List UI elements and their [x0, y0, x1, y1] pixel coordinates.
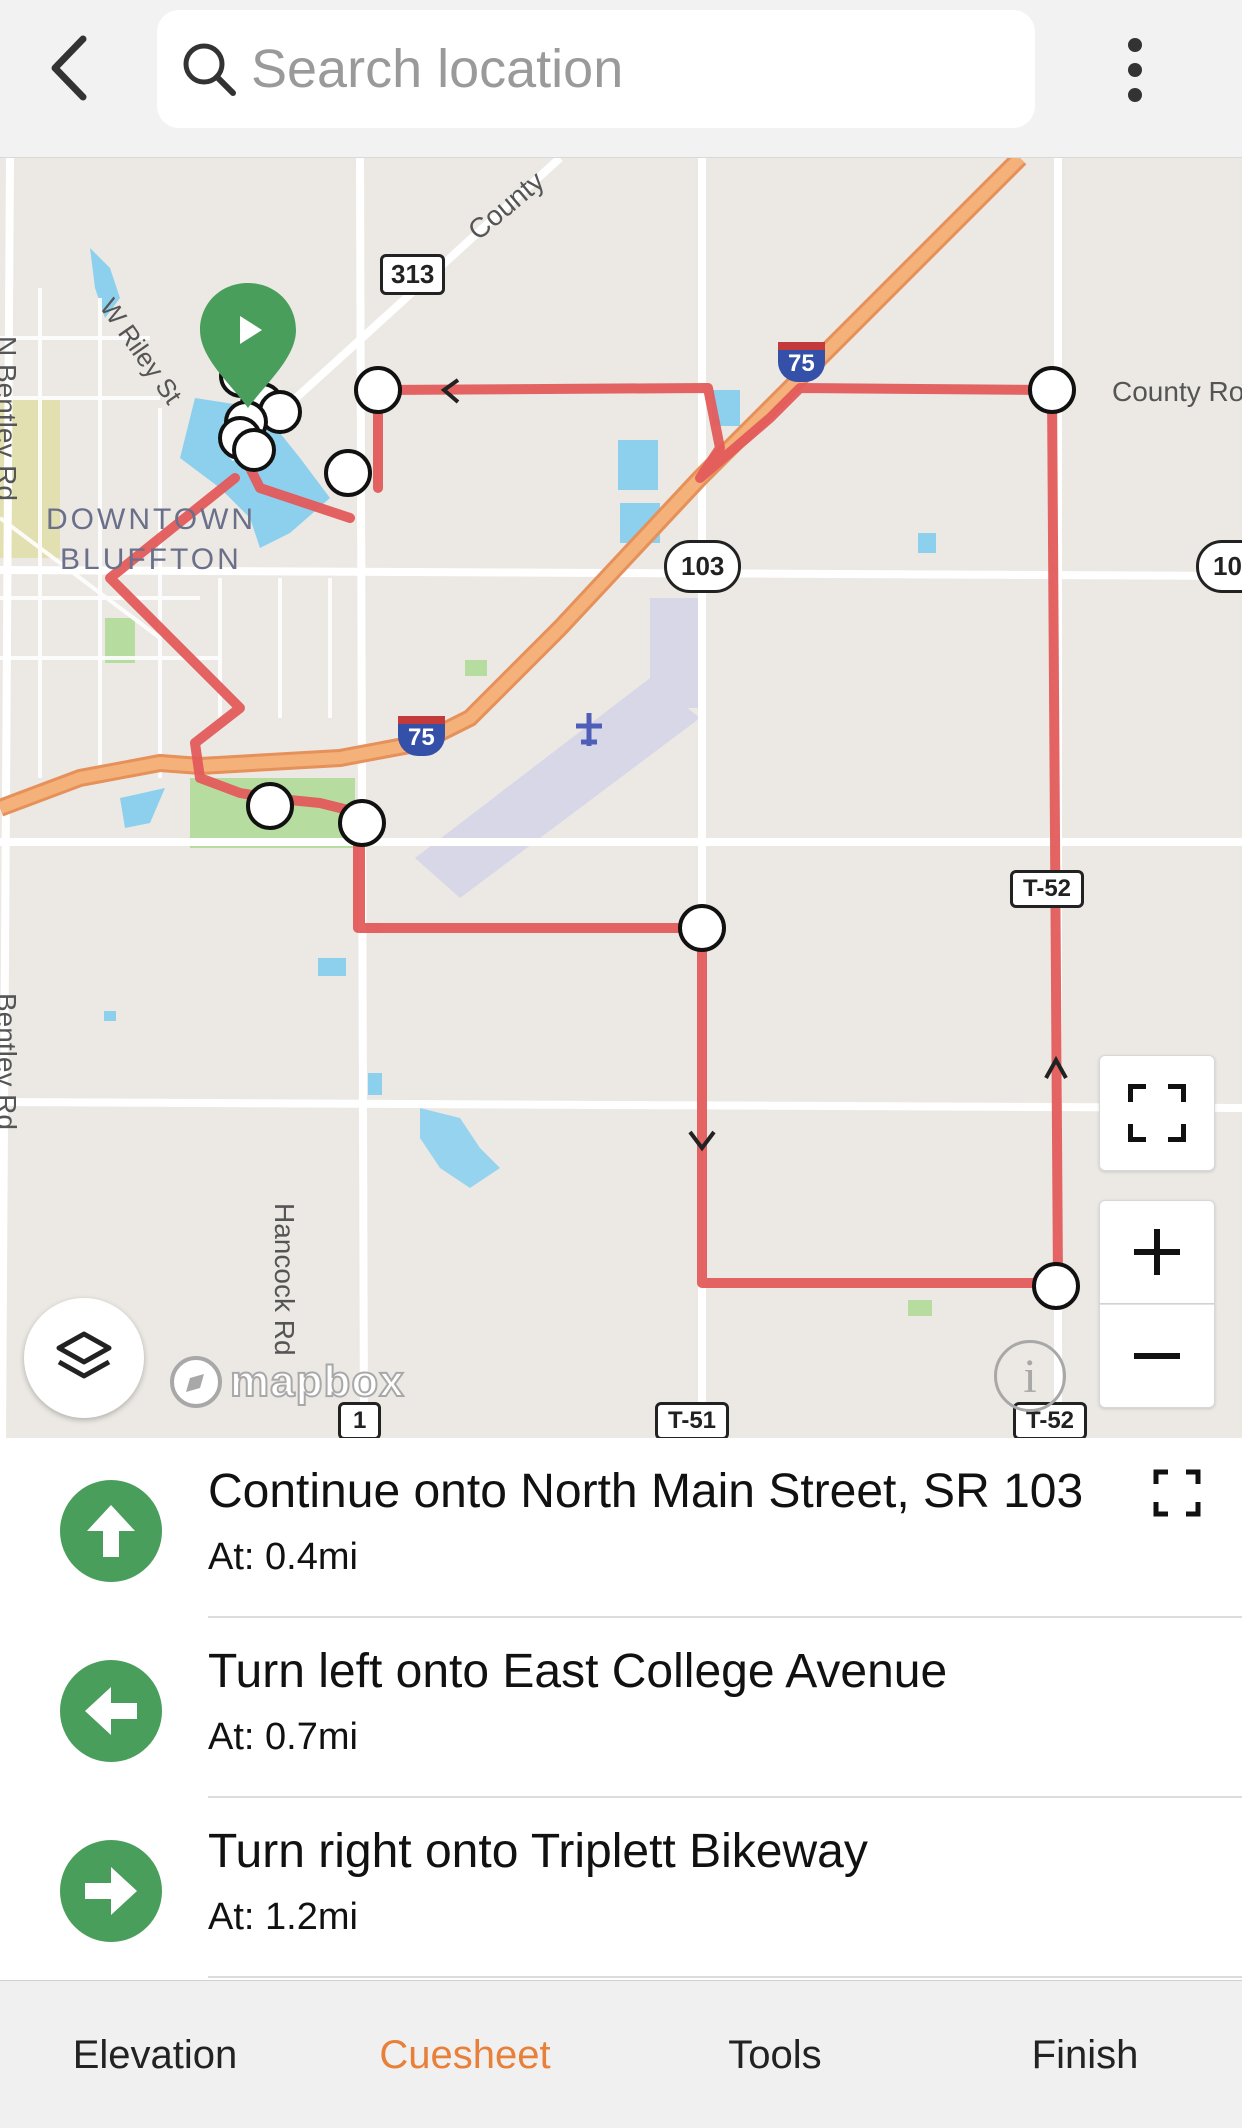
more-vertical-icon [1128, 38, 1142, 102]
arrow-left-icon [85, 1687, 137, 1735]
top-bar [0, 0, 1242, 158]
zoom-out-button[interactable] [1099, 1304, 1215, 1408]
cue-item[interactable]: Turn right onto Triplett Bikeway At: 1.2… [0, 1798, 1242, 1978]
divider [208, 1976, 1242, 1978]
interstate-shield-75-mid: 75 [398, 716, 445, 756]
attribution-info-button[interactable]: i [994, 1340, 1066, 1412]
info-icon: i [1023, 1349, 1037, 1403]
cue-instruction: Turn left onto East College Avenue [208, 1645, 948, 1698]
cue-sheet-list: Continue onto North Main Street, SR 103 … [0, 1438, 1242, 1978]
cue-instruction: Turn right onto Triplett Bikeway [208, 1825, 868, 1878]
tab-elevation[interactable]: Elevation [0, 1981, 310, 2128]
layers-icon [56, 1331, 112, 1379]
zoom-in-button[interactable] [1099, 1200, 1215, 1304]
mapbox-logo[interactable]: mapbox [168, 1354, 405, 1410]
more-options-button[interactable] [1100, 30, 1170, 110]
mapbox-wordmark: mapbox [229, 1356, 405, 1407]
map-label-bluffton: BLUFFTON [60, 543, 242, 576]
plus-icon [1134, 1229, 1180, 1275]
tab-cuesheet[interactable]: Cuesheet [310, 1981, 620, 2128]
route-map[interactable]: County County Ro W Riley St DOWNTOWN BLU… [0, 158, 1242, 1438]
map-canvas[interactable] [0, 158, 1242, 1438]
cue-item[interactable]: Turn left onto East College Avenue At: 0… [0, 1618, 1242, 1798]
tab-tools[interactable]: Tools [620, 1981, 930, 2128]
bottom-tab-bar: Elevation Cuesheet Tools Finish [0, 1980, 1242, 2128]
cue-direction-badge [60, 1660, 162, 1762]
cue-distance: At: 0.7mi [208, 1716, 358, 1758]
start-marker[interactable] [200, 283, 296, 408]
map-label-hancock-rd: Hancock Rd [269, 1203, 300, 1356]
mapbox-icon [170, 1356, 222, 1408]
expand-icon[interactable] [1152, 1468, 1202, 1518]
cue-direction-badge [60, 1840, 162, 1942]
cue-distance: At: 0.4mi [208, 1536, 358, 1578]
map-label-n-bentley-rd: N Bentley Rd [0, 336, 22, 501]
map-label-county-road-right: County Ro [1112, 376, 1242, 407]
cue-item[interactable]: Continue onto North Main Street, SR 103 … [0, 1438, 1242, 1618]
search-input[interactable] [251, 38, 1011, 100]
interstate-shield-75-top: 75 [778, 342, 825, 382]
road-shield-103-right: 10 [1196, 540, 1242, 593]
road-shield-t52-mid: T-52 [1010, 870, 1085, 908]
route-planner-app: County County Ro W Riley St DOWNTOWN BLU… [0, 0, 1242, 2128]
road-shield-313: 313 [380, 254, 446, 295]
chevron-left-icon [51, 35, 87, 101]
arrow-up-icon [87, 1505, 135, 1557]
map-label-downtown: DOWNTOWN [46, 503, 257, 536]
cue-distance: At: 1.2mi [208, 1896, 358, 1938]
search-bar[interactable] [157, 10, 1035, 128]
fullscreen-button[interactable] [1099, 1055, 1215, 1171]
arrow-right-icon [85, 1867, 137, 1915]
map-label-bentley-rd: Bentley Rd [0, 993, 22, 1130]
fullscreen-icon [1128, 1084, 1186, 1142]
map-layers-button[interactable] [24, 1298, 144, 1418]
cue-instruction: Continue onto North Main Street, SR 103 [208, 1465, 1084, 1518]
tab-finish[interactable]: Finish [930, 1981, 1240, 2128]
road-shield-t51: T-51 [655, 1402, 730, 1438]
search-icon [179, 39, 239, 99]
back-button[interactable] [30, 28, 110, 108]
road-shield-103: 103 [664, 540, 742, 593]
minus-icon [1134, 1353, 1180, 1359]
cue-direction-badge [60, 1480, 162, 1582]
